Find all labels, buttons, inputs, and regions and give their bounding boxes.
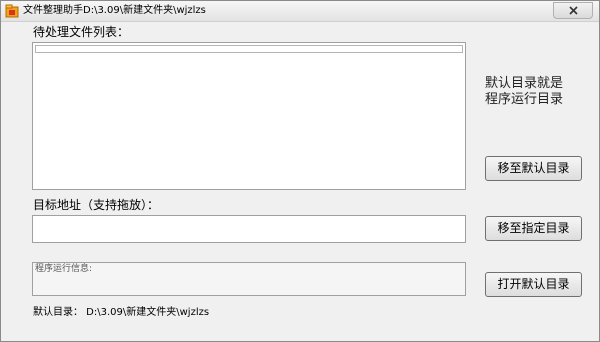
move-to-default-button[interactable]: 移至默认目录 [485, 156, 582, 181]
note-line-2: 程序运行目录 [485, 92, 564, 107]
default-dir-note: 默认目录就是 程序运行目录 [485, 76, 563, 108]
pending-files-label: 待处理文件列表： [33, 25, 130, 39]
close-button[interactable] [553, 2, 593, 19]
open-default-button[interactable]: 打开默认目录 [485, 272, 582, 297]
program-info-box[interactable]: 程序运行信息: [32, 262, 466, 296]
target-address-label: 目标地址（支持拖放）： [33, 198, 160, 212]
title-bar[interactable]: 文件整理助手D:\3.09\新建文件夹\wjzlzs [1, 1, 599, 22]
close-icon [569, 6, 578, 15]
window-title: 文件整理助手D:\3.09\新建文件夹\wjzlzs [23, 5, 206, 16]
move-to-specified-button[interactable]: 移至指定目录 [485, 216, 582, 241]
default-dir-status: 默认目录： D:\3.09\新建文件夹\wjzlzs [33, 307, 210, 318]
program-info-placeholder: 程序运行信息: [35, 264, 93, 274]
app-window: 文件整理助手D:\3.09\新建文件夹\wjzlzs 待处理文件列表： 默认目录… [0, 0, 600, 342]
app-icon [5, 4, 19, 18]
note-line-1: 默认目录就是 [485, 76, 564, 91]
pending-files-list[interactable] [32, 42, 466, 190]
list-header [35, 45, 463, 53]
target-address-input[interactable] [32, 215, 466, 243]
